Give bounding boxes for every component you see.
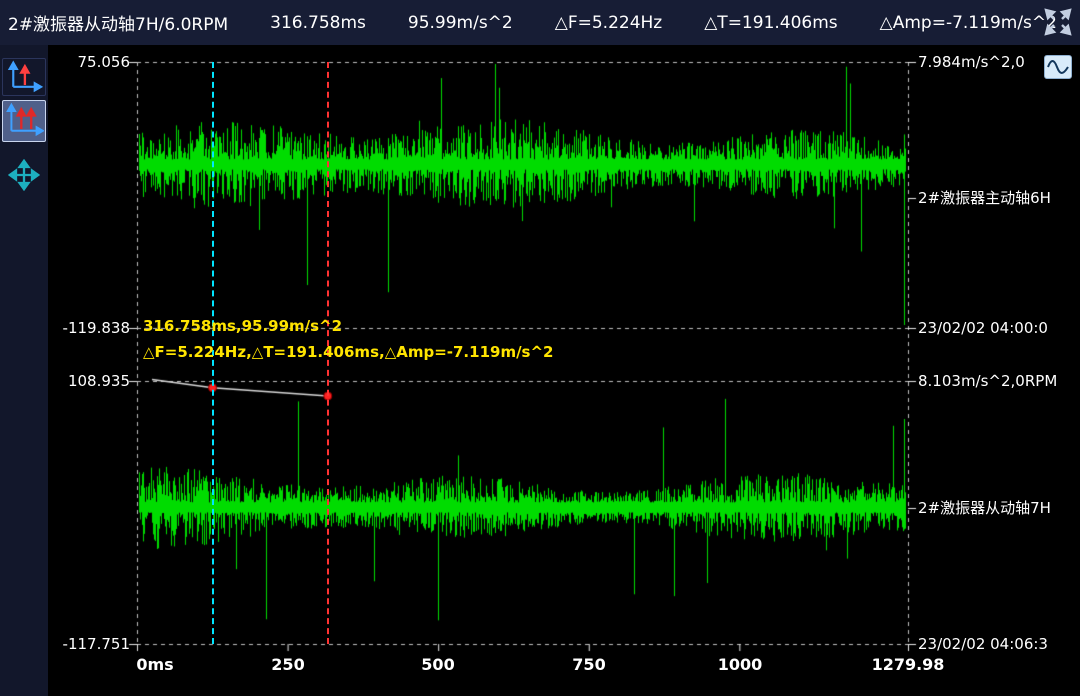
panel2-ymin-label: -117.751	[48, 635, 130, 653]
x-tick-end: 1279.98	[872, 655, 945, 674]
x-tick-750: 750	[572, 655, 605, 674]
x-tick-1000: 1000	[718, 655, 763, 674]
fullscreen-expand-icon[interactable]	[1042, 8, 1074, 38]
panel2-ymax-label: 108.935	[48, 372, 130, 390]
panel2-scale-label: 8.103m/s^2,0RPM	[918, 372, 1057, 390]
panel2-timestamp-label: 23/02/02 04:06:3	[918, 635, 1048, 653]
panel1-scale-label: 7.984m/s^2,0	[918, 53, 1025, 71]
dual-waveform-view-button[interactable]	[2, 100, 46, 142]
delta-f-readout: △F=5.224Hz	[555, 13, 662, 33]
panel1-ymin-label: -119.838	[48, 319, 130, 337]
cursor-amp-readout: 95.99m/s^2	[408, 13, 513, 33]
panel2-channel-label: 2#激振器从动轴7H	[918, 499, 1051, 517]
cursor-time-readout: 316.758ms	[270, 13, 366, 33]
panel1-ymax-label: 75.056	[48, 53, 130, 71]
x-tick-0: 0ms	[136, 655, 173, 674]
delta-t-readout: △T=191.406ms	[704, 13, 837, 33]
channel-title: 2#激振器从动轴7H/6.0RPM	[8, 10, 228, 35]
top-status-bar: 2#激振器从动轴7H/6.0RPM 316.758ms 95.99m/s^2 △…	[0, 0, 1080, 45]
panel1-timestamp-label: 23/02/02 04:00:0	[918, 319, 1048, 337]
cursor-annotation-line1: 316.758ms,95.99m/s^2	[143, 317, 342, 335]
pan-move-icon[interactable]	[6, 158, 42, 194]
delta-amp-readout: △Amp=-7.119m/s^2	[880, 13, 1057, 33]
x-tick-250: 250	[271, 655, 304, 674]
left-toolbar	[0, 45, 48, 696]
cursor-annotation-line2: △F=5.224Hz,△T=191.406ms,△Amp=-7.119m/s^2	[143, 343, 554, 361]
panel1-channel-label: 2#激振器主动轴6H	[918, 189, 1051, 207]
waveform-type-icon[interactable]	[1044, 55, 1072, 79]
x-tick-500: 500	[421, 655, 454, 674]
single-waveform-view-button[interactable]	[2, 58, 46, 96]
